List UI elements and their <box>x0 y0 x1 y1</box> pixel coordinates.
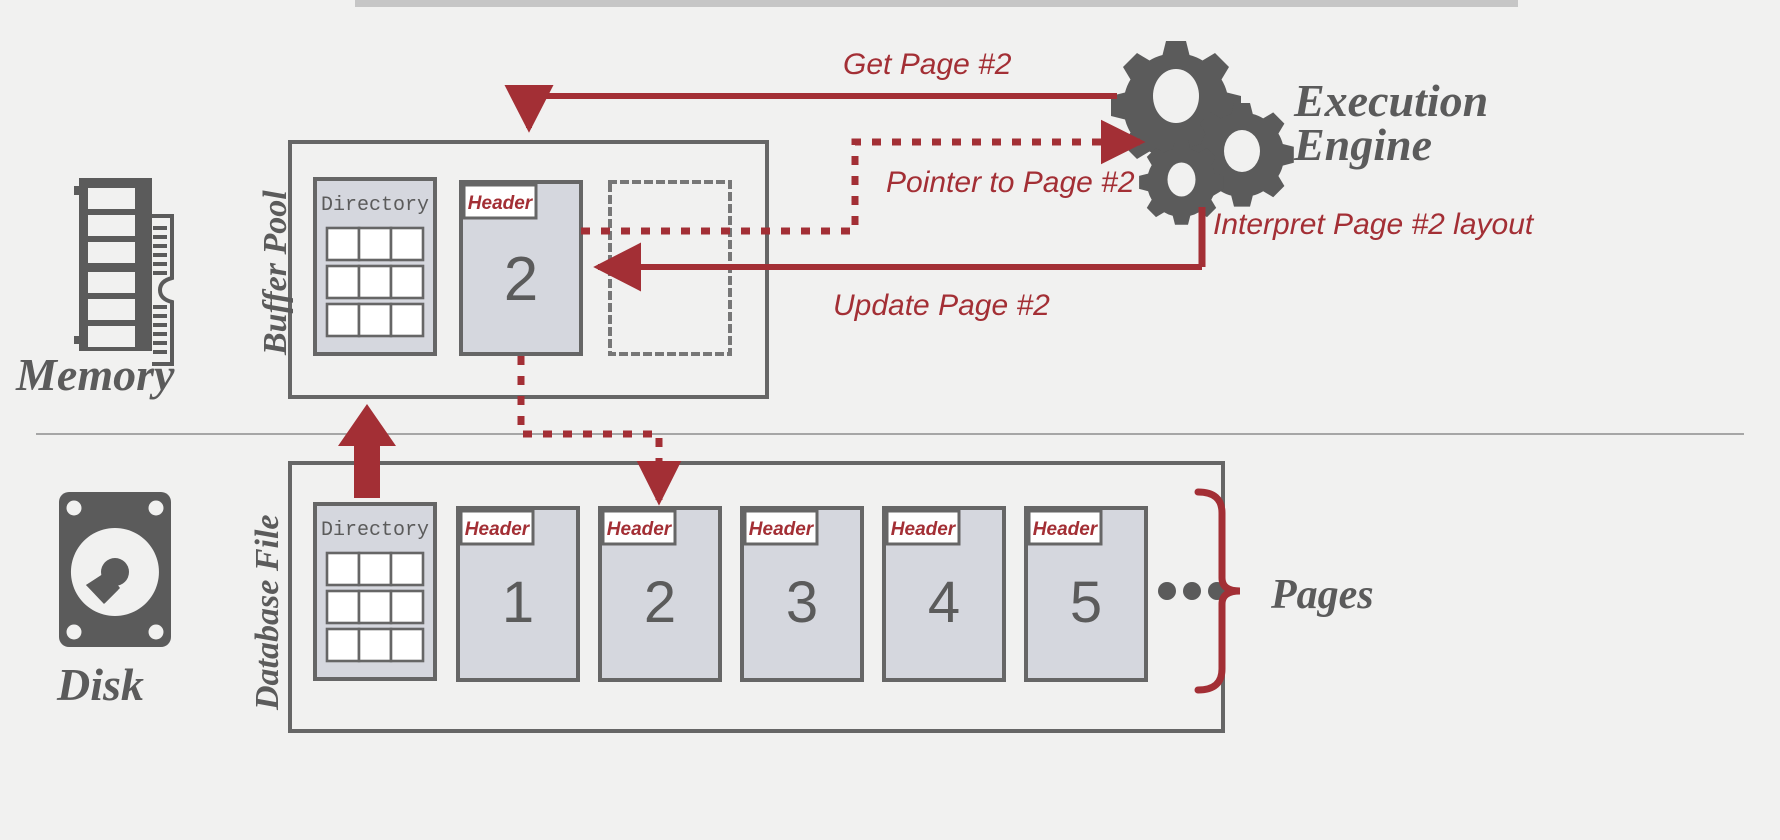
gears-icon <box>1111 41 1294 225</box>
arrow-interpret-page-label: Interpret Page #2 layout <box>1213 208 1535 241</box>
buffer-pool-directory: Directory <box>313 177 437 356</box>
database-page-4: Header 4 <box>882 506 1006 682</box>
memory-label: Memory <box>15 349 175 400</box>
arrow-get-page <box>504 84 1117 133</box>
top-accent-bar <box>355 0 1518 7</box>
database-page-1: Header 1 <box>456 506 580 682</box>
buffer-pool-diagram: Memory Disk Buffer Pool Directory Header… <box>15 0 1744 733</box>
arrow-update-page-label: Update Page #2 <box>833 289 1050 322</box>
buffer-pool-label: Buffer Pool <box>257 190 294 356</box>
database-page-3-number: 3 <box>786 570 818 635</box>
pages-label: Pages <box>1270 572 1374 618</box>
database-page-4-header: Header <box>891 519 957 540</box>
arrow-pointer-to-page-label: Pointer to Page #2 <box>886 166 1135 199</box>
pages-ellipsis-icon <box>1158 582 1226 600</box>
database-page-4-number: 4 <box>928 570 960 635</box>
database-page-2-number: 2 <box>644 570 676 635</box>
arrow-load-into-memory <box>338 404 396 498</box>
buffer-pool-page-2-header: Header <box>468 193 534 214</box>
execution-engine-label-line2: Engine <box>1293 119 1432 170</box>
buffer-pool-page-2: Header 2 <box>459 180 583 356</box>
arrow-page-writeback <box>517 356 682 506</box>
disk-label: Disk <box>56 659 144 710</box>
database-file-directory-label: Directory <box>321 519 429 542</box>
database-file-directory: Directory <box>313 502 437 681</box>
database-page-3-header: Header <box>749 519 815 540</box>
database-page-1-number: 1 <box>502 570 534 635</box>
hard-disk-icon <box>59 492 171 647</box>
database-page-5: Header 5 <box>1024 506 1148 682</box>
database-file-label: Database File <box>249 515 286 711</box>
arrow-get-page-label: Get Page #2 <box>843 48 1012 81</box>
buffer-pool-directory-label: Directory <box>321 194 429 217</box>
database-page-5-number: 5 <box>1070 570 1102 635</box>
database-page-3: Header 3 <box>740 506 864 682</box>
database-page-1-header: Header <box>465 519 531 540</box>
diagram-canvas: Memory Disk Buffer Pool Directory Header… <box>0 0 1780 840</box>
ram-module-icon <box>74 178 174 366</box>
buffer-pool-page-2-number: 2 <box>504 245 538 314</box>
database-page-5-header: Header <box>1033 519 1099 540</box>
database-page-2-header: Header <box>607 519 673 540</box>
database-page-2: Header 2 <box>598 506 722 682</box>
